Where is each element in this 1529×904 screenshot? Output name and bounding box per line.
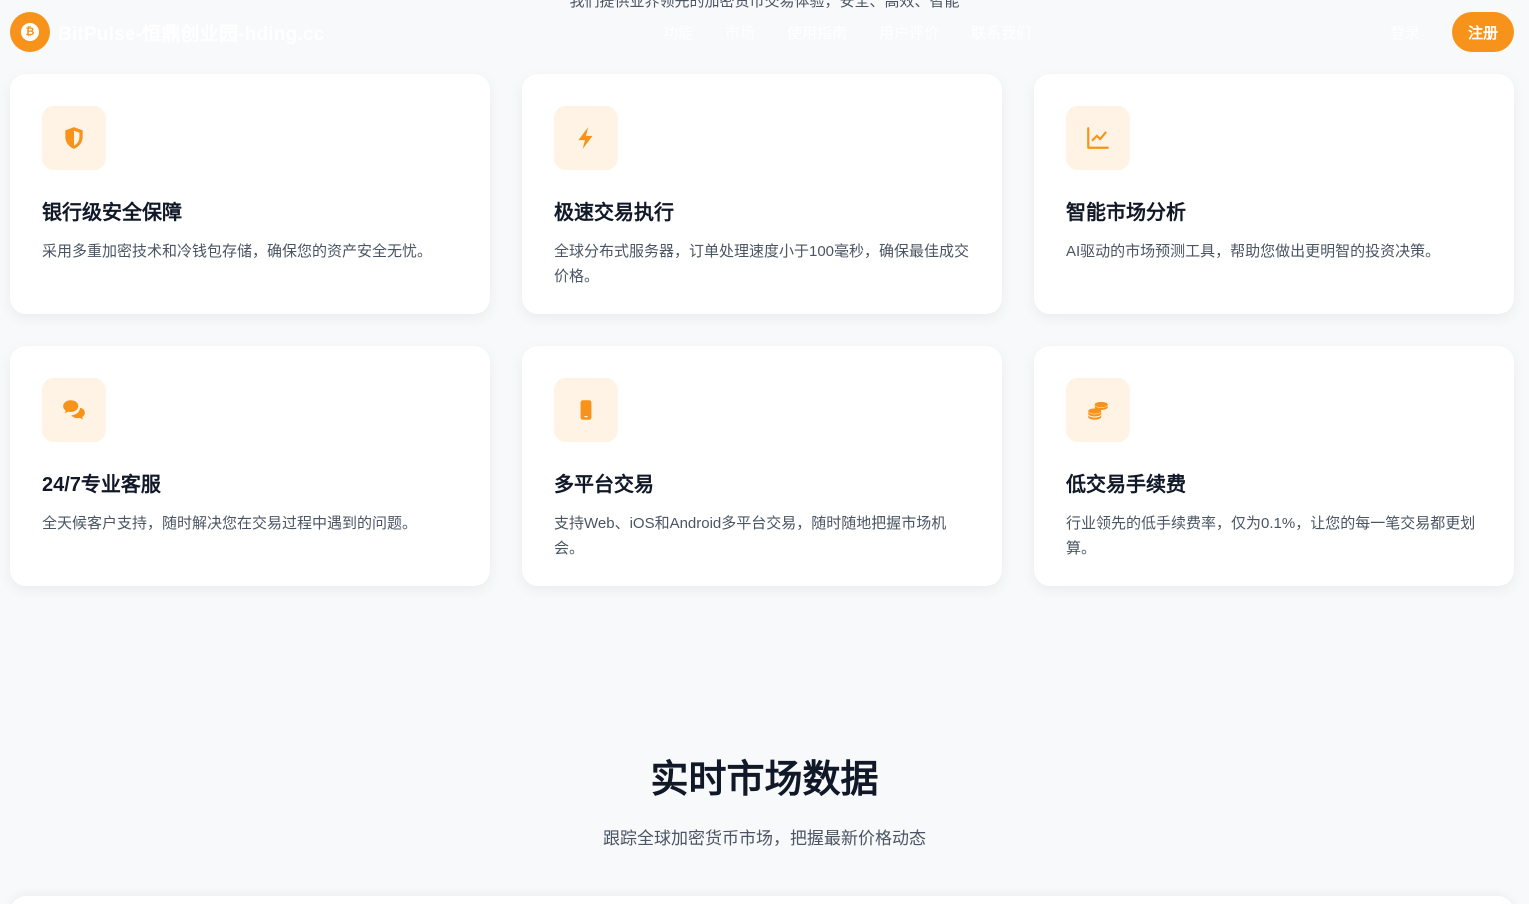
mobile-icon	[554, 378, 618, 442]
feature-title: 24/7专业客服	[42, 474, 161, 496]
chart-line-icon	[1066, 106, 1130, 170]
brand-name: BitPulse-恒鼎创业园-hding.cc	[58, 23, 325, 45]
nav-item-features[interactable]: 功能	[663, 22, 693, 43]
site-header: ₿ BitPulse-恒鼎创业园-hding.cc 功能 市场 使用指南 用户评…	[0, 0, 1529, 64]
feature-card: 智能市场分析 AI驱动的市场预测工具，帮助您做出更明智的投资决策。	[1034, 74, 1514, 314]
feature-title: 极速交易执行	[554, 202, 674, 224]
feature-card: 24/7专业客服 全天候客户支持，随时解决您在交易过程中遇到的问题。	[10, 346, 490, 586]
features-grid: 银行级安全保障 采用多重加密技术和冷钱包存储，确保您的资产安全无忧。 极速交易执…	[10, 74, 1514, 586]
chat-bubbles-icon	[42, 378, 106, 442]
feature-description: AI驱动的市场预测工具，帮助您做出更明智的投资决策。	[1066, 243, 1441, 260]
feature-description: 全球分布式服务器，订单处理速度小于100毫秒，确保最佳成交价格。	[554, 243, 970, 285]
feature-description: 全天候客户支持，随时解决您在交易过程中遇到的问题。	[42, 515, 418, 532]
feature-card: 极速交易执行 全球分布式服务器，订单处理速度小于100毫秒，确保最佳成交价格。	[522, 74, 1002, 314]
login-link[interactable]: 登录	[1390, 22, 1420, 43]
feature-card: 低交易手续费 行业领先的低手续费率，仅为0.1%，让您的每一笔交易都更划算。	[1034, 346, 1514, 586]
lightning-icon	[554, 106, 618, 170]
nav-item-reviews[interactable]: 用户评价	[879, 22, 939, 43]
feature-description: 行业领先的低手续费率，仅为0.1%，让您的每一笔交易都更划算。	[1066, 515, 1476, 557]
feature-title: 银行级安全保障	[42, 202, 182, 224]
feature-card: 银行级安全保障 采用多重加密技术和冷钱包存储，确保您的资产安全无忧。	[10, 74, 490, 314]
page: 我们提供业界领先的加密货币交易体验，安全、高效、智能 ₿ BitPulse-恒鼎…	[0, 0, 1529, 904]
feature-description: 采用多重加密技术和冷钱包存储，确保您的资产安全无忧。	[42, 243, 433, 260]
header-actions: 登录 注册	[1390, 12, 1514, 52]
brand[interactable]: ₿ BitPulse-恒鼎创业园-hding.cc	[10, 12, 324, 52]
market-section-title: 实时市场数据	[650, 759, 879, 801]
bitcoin-logo-icon: ₿	[10, 12, 50, 52]
feature-title: 智能市场分析	[1066, 202, 1186, 224]
shield-icon	[42, 106, 106, 170]
register-button[interactable]: 注册	[1451, 12, 1514, 52]
market-data-card	[10, 896, 1514, 904]
market-section-subtitle: 跟踪全球加密货币市场，把握最新价格动态	[603, 829, 926, 848]
feature-description: 支持Web、iOS和Android多平台交易，随时随地把握市场机会。	[554, 515, 947, 557]
nav-item-market[interactable]: 市场	[725, 22, 755, 43]
main-nav: 功能 市场 使用指南 用户评价 联系我们	[663, 0, 1031, 64]
feature-title: 多平台交易	[554, 474, 654, 496]
bitcoin-symbol: ₿	[21, 23, 39, 41]
nav-item-contact[interactable]: 联系我们	[971, 22, 1031, 43]
nav-item-guide[interactable]: 使用指南	[787, 22, 847, 43]
feature-title: 低交易手续费	[1066, 474, 1186, 496]
feature-card: 多平台交易 支持Web、iOS和Android多平台交易，随时随地把握市场机会。	[522, 346, 1002, 586]
coins-icon	[1066, 378, 1130, 442]
